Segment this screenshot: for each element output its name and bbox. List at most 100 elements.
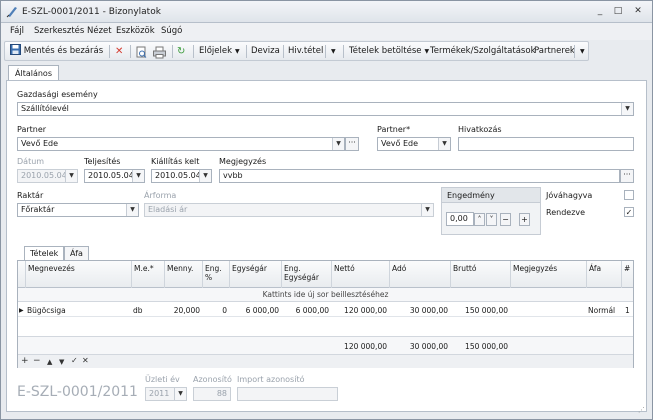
arforma-select[interactable]: Eladási ár ▼: [144, 203, 434, 217]
cancel-x-icon[interactable]: ✕: [82, 356, 89, 365]
col-menny[interactable]: Menny.: [164, 261, 202, 288]
partner-select[interactable]: Vevő Ede ▼: [17, 137, 345, 151]
menu-sugo[interactable]: Súgó: [161, 26, 182, 36]
new-row-hint[interactable]: Kattints ide új sor beillesztéséhez: [18, 288, 633, 302]
hiv-tetel-dropdown[interactable]: ▼: [328, 44, 336, 59]
col-megnevezes[interactable]: Megnevezés: [25, 261, 131, 288]
minimize-button[interactable]: _: [593, 6, 607, 17]
datum-label: Dátum: [17, 157, 45, 166]
engedmeny-spin-up[interactable]: ˄: [474, 213, 485, 226]
tetelek-betoltese-dropdown[interactable]: Tételek betöltése ▼: [349, 44, 429, 59]
rendezve-checkbox[interactable]: ✓: [624, 207, 634, 217]
total-ado: 30 000,00: [409, 342, 448, 351]
print-icon[interactable]: [153, 45, 166, 60]
chevron-down-icon: ▼: [331, 48, 336, 55]
close-button[interactable]: ✕: [631, 6, 645, 17]
row-indicator-header: [18, 261, 25, 288]
cell-brutto[interactable]: 150 000,00: [450, 304, 510, 317]
remove-row-icon[interactable]: −: [33, 356, 41, 366]
kiallitas-label: Kiállítás kelt: [151, 157, 200, 166]
engedmeny-plus-button[interactable]: +: [519, 213, 530, 226]
megjegyzes-edit-button[interactable]: ···: [620, 169, 634, 183]
menu-nezet[interactable]: Nézet: [87, 26, 112, 36]
col-egysegar[interactable]: Egységár: [229, 261, 281, 288]
engedmeny-spin-down[interactable]: ˅: [486, 213, 497, 226]
engedmeny-label: Engedmény: [442, 188, 540, 203]
cell-megnevezes[interactable]: Bügöcsiga: [27, 304, 131, 317]
elojelek-label: Előjelek: [199, 46, 233, 56]
hivatkozas-input[interactable]: [458, 137, 634, 151]
resize-grip-icon[interactable]: ⋰: [638, 406, 646, 414]
col-brutto[interactable]: Bruttó: [450, 261, 510, 288]
col-eng-egysegar[interactable]: Eng. Egységár: [281, 261, 331, 288]
jovahagyva-checkbox[interactable]: [624, 190, 634, 200]
deviza-button[interactable]: Deviza: [251, 44, 280, 59]
col-ado[interactable]: Adó: [389, 261, 450, 288]
gazdasagi-esemeny-select[interactable]: Szállítólevél ▼: [17, 102, 634, 116]
total-brutto: 150 000,00: [465, 342, 508, 351]
jovahagyva-label: Jóváhagyva: [546, 191, 593, 200]
col-index[interactable]: #: [621, 261, 633, 288]
engedmeny-input[interactable]: 0,00: [446, 212, 474, 226]
tab-altalanos[interactable]: Általános: [8, 65, 59, 81]
move-down-icon[interactable]: ▼: [59, 358, 64, 366]
col-me[interactable]: M.e.*: [131, 261, 164, 288]
engedmeny-group: Engedmény: [441, 187, 541, 235]
col-afa[interactable]: Áfa: [586, 261, 621, 288]
raktar-label: Raktár: [17, 191, 44, 200]
col-eng-pct[interactable]: Eng. %: [202, 261, 229, 288]
cell-eng-pct[interactable]: 0: [202, 304, 229, 317]
gazdasagi-esemeny-value: Szállítólevél: [21, 104, 69, 113]
chevron-down-icon: ▼: [174, 388, 186, 400]
cell-menny[interactable]: 20,000: [164, 304, 202, 317]
datum-input[interactable]: 2010.05.04. ▼: [17, 169, 78, 183]
termekek-button[interactable]: Termékek/Szolgáltatások: [430, 44, 536, 59]
document-number: E-SZL-0001/2011: [17, 384, 138, 400]
maximize-button[interactable]: □: [611, 6, 625, 17]
cell-eng-egysegar[interactable]: 6 000,00: [281, 304, 331, 317]
kiallitas-input[interactable]: 2010.05.04. ▼: [151, 169, 212, 183]
menu-eszkozok[interactable]: Eszközök: [116, 26, 155, 36]
delete-x-icon[interactable]: ✕: [115, 44, 123, 59]
move-up-icon[interactable]: ▲: [47, 358, 52, 366]
toolbar-separator: [130, 45, 131, 58]
add-row-icon[interactable]: +: [21, 356, 29, 366]
toolbar-separator: [325, 45, 326, 58]
col-netto[interactable]: Nettó: [331, 261, 389, 288]
uzleti-ev-select[interactable]: 2011 ▼: [145, 387, 187, 401]
cell-me[interactable]: db: [133, 304, 164, 317]
hiv-tetel-button[interactable]: Hiv.tétel: [288, 44, 323, 59]
partnerek-button[interactable]: Partnerek: [534, 44, 575, 59]
cell-megjegyzes[interactable]: [512, 304, 586, 317]
menu-szerkesztes[interactable]: Szerkesztés: [34, 26, 84, 36]
refresh-icon[interactable]: ↻: [177, 44, 185, 59]
megjegyzes-input[interactable]: vvbb: [219, 169, 620, 183]
print-preview-icon[interactable]: [136, 45, 147, 60]
confirm-check-icon[interactable]: ✓: [71, 356, 78, 365]
cell-egysegar[interactable]: 6 000,00: [229, 304, 281, 317]
cell-netto[interactable]: 120 000,00: [331, 304, 389, 317]
raktar-select[interactable]: Főraktár ▼: [17, 203, 139, 217]
engedmeny-minus-button[interactable]: −: [500, 213, 511, 226]
partner-contact-select[interactable]: Vevő Ede ▼: [377, 137, 451, 151]
azonosito-input[interactable]: 88: [193, 387, 231, 401]
app-quill-icon: [6, 7, 17, 18]
cell-afa[interactable]: Normál: [588, 304, 621, 317]
cell-ado[interactable]: 30 000,00: [389, 304, 450, 317]
chevron-down-icon: ▼: [580, 48, 585, 55]
tab-afa[interactable]: Áfa: [64, 246, 89, 261]
teljesites-label: Teljesítés: [84, 157, 121, 166]
import-azonosito-input[interactable]: [237, 387, 338, 401]
teljesites-input[interactable]: 2010.05.04. ▼: [84, 169, 145, 183]
chevron-down-icon: ▼: [132, 170, 144, 182]
menu-fajl[interactable]: Fájl: [10, 26, 24, 36]
elojelek-dropdown[interactable]: Előjelek ▼: [199, 44, 240, 59]
col-megjegyzes[interactable]: Megjegyzés: [510, 261, 586, 288]
partner-lookup-button[interactable]: ···: [345, 137, 359, 151]
chevron-down-icon: ▼: [65, 170, 77, 182]
chevron-down-icon: ▼: [424, 48, 430, 55]
save-close-button[interactable]: Mentés és bezárás: [10, 44, 103, 59]
partnerek-dropdown[interactable]: ▼: [577, 44, 585, 59]
total-netto: 120 000,00: [344, 342, 387, 351]
table-row[interactable]: ▶ Bügöcsiga db 20,000 0 6 000,00 6 000,0…: [18, 304, 633, 317]
